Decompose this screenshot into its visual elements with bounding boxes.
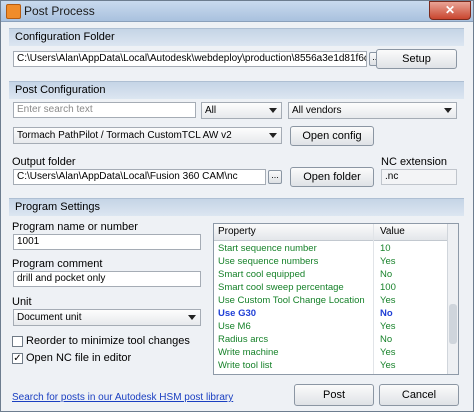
checkmark-icon: ✓: [13, 353, 22, 364]
column-header-property[interactable]: Property: [218, 226, 256, 237]
grid-vertical-scrollbar[interactable]: [447, 224, 458, 374]
output-folder-browse-button[interactable]: ...: [268, 170, 282, 184]
unit-select[interactable]: Document unit: [13, 309, 201, 326]
post-filter-select[interactable]: All: [201, 102, 282, 119]
window-title: Post Process: [24, 4, 95, 18]
setup-button[interactable]: Setup: [376, 49, 457, 69]
search-posts-link[interactable]: Search for posts in our Autodesk HSM pos…: [12, 392, 233, 403]
scrollbar-thumb[interactable]: [449, 304, 457, 344]
property-value[interactable]: No: [380, 308, 393, 319]
property-row[interactable]: Smart cool equipped No: [214, 269, 446, 282]
chevron-down-icon: [269, 108, 277, 113]
post-button[interactable]: Post: [294, 384, 374, 406]
output-folder-label: Output folder: [12, 156, 76, 168]
program-settings-header: Program Settings: [9, 198, 464, 216]
cancel-button[interactable]: Cancel: [379, 384, 459, 406]
configuration-folder-path[interactable]: C:\Users\Alan\AppData\Local\Autodesk\web…: [13, 51, 367, 67]
open-config-button[interactable]: Open config: [290, 126, 374, 146]
open-nc-label: Open NC file in editor: [26, 352, 132, 364]
output-folder-path[interactable]: C:\Users\Alan\AppData\Local\Fusion 360 C…: [13, 169, 266, 185]
property-name: Smart cool sweep percentage: [218, 282, 344, 293]
property-name: Smart cool equipped: [218, 269, 306, 280]
unit-value: Document unit: [17, 312, 82, 323]
property-row[interactable]: Write machine Yes: [214, 347, 446, 360]
property-row[interactable]: Use sequence numbers Yes: [214, 256, 446, 269]
property-value[interactable]: Yes: [380, 295, 396, 306]
unit-label: Unit: [12, 296, 32, 308]
property-value[interactable]: No: [380, 334, 392, 345]
property-name: Use Custom Tool Change Location: [218, 295, 365, 306]
post-processor-value: Tormach PathPilot / Tormach CustomTCL AW…: [17, 130, 232, 141]
post-processor-select[interactable]: Tormach PathPilot / Tormach CustomTCL AW…: [13, 127, 282, 144]
property-value[interactable]: 10: [380, 243, 391, 254]
property-name: Use M6: [218, 321, 251, 332]
property-value[interactable]: Yes: [380, 360, 396, 371]
property-row[interactable]: Use G30 No: [214, 308, 446, 321]
open-nc-checkbox[interactable]: ✓: [12, 353, 23, 364]
property-row[interactable]: Start sequence number 10: [214, 243, 446, 256]
configuration-folder-header: Configuration Folder: [9, 28, 464, 46]
property-value[interactable]: 100: [380, 282, 396, 293]
property-row[interactable]: Write tool list Yes: [214, 360, 446, 373]
post-filter-value: All: [205, 105, 217, 116]
chevron-down-icon: [269, 133, 277, 138]
column-header-value[interactable]: Value: [380, 226, 405, 237]
post-search-placeholder: Enter search text: [17, 104, 93, 115]
program-name-label: Program name or number: [12, 221, 138, 233]
program-comment-input[interactable]: drill and pocket only: [13, 271, 201, 287]
property-value[interactable]: No: [380, 269, 392, 280]
reorder-label: Reorder to minimize tool changes: [26, 335, 190, 347]
post-search-input[interactable]: Enter search text: [13, 102, 196, 118]
title-bar[interactable]: Post Process ✕: [1, 1, 473, 22]
post-configuration-title: Post Configuration: [15, 84, 106, 96]
chevron-down-icon: [444, 108, 452, 113]
property-value[interactable]: Yes: [380, 321, 396, 332]
property-name: Write machine: [218, 347, 279, 358]
property-row[interactable]: Smart cool sweep percentage 100: [214, 282, 446, 295]
property-grid: Property Value Start sequence number 10 Us…: [213, 223, 459, 375]
configuration-folder-title: Configuration Folder: [15, 31, 115, 43]
vendor-value: All vendors: [292, 105, 342, 116]
post-configuration-header: Post Configuration: [9, 81, 464, 99]
property-name: Start sequence number: [218, 243, 317, 254]
property-row[interactable]: Use Custom Tool Change Location Yes: [214, 295, 446, 308]
property-name: Write tool list: [218, 360, 273, 371]
property-name: Use sequence numbers: [218, 256, 319, 267]
property-name: Use G30: [218, 308, 257, 319]
property-grid-header: Property Value: [214, 224, 450, 241]
post-process-window: Post Process ✕ Configuration Folder C:\U…: [0, 0, 474, 412]
property-value[interactable]: Yes: [380, 256, 396, 267]
nc-extension-label: NC extension: [381, 156, 448, 168]
close-button[interactable]: ✕: [429, 1, 471, 20]
chevron-down-icon: [188, 315, 196, 320]
property-name: Radius arcs: [218, 334, 269, 345]
open-folder-button[interactable]: Open folder: [290, 167, 374, 187]
property-value[interactable]: Yes: [380, 347, 396, 358]
property-row[interactable]: Use M6 Yes: [214, 321, 446, 334]
reorder-checkbox[interactable]: [12, 336, 23, 347]
property-row[interactable]: Radius arcs No: [214, 334, 446, 347]
nc-extension-field[interactable]: .nc: [381, 169, 457, 185]
program-comment-label: Program comment: [12, 258, 103, 270]
program-settings-title: Program Settings: [15, 201, 100, 213]
vendor-select[interactable]: All vendors: [288, 102, 457, 119]
program-name-input[interactable]: 1001: [13, 234, 201, 250]
app-icon: [6, 4, 21, 19]
